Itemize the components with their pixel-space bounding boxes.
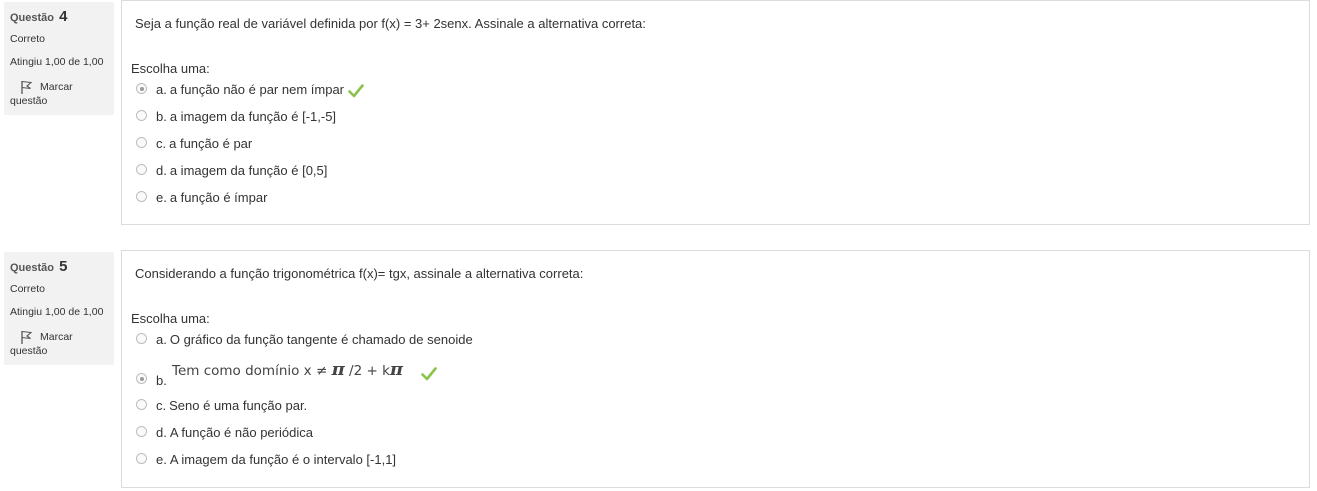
- question-label: Questão: [10, 12, 55, 24]
- answer-letter: b.: [156, 373, 167, 388]
- answer-letter: c.: [156, 136, 167, 151]
- flag-question-button[interactable]: Marcar questão: [10, 79, 114, 107]
- question-label: Questão: [10, 262, 55, 274]
- flag-icon: [21, 330, 33, 344]
- flag-label-2: questão: [10, 95, 48, 107]
- answer-text: a função não é par nem ímpar: [169, 82, 345, 97]
- flag-label-2: questão: [10, 345, 48, 357]
- question-info: Questão 4 Correto Atingiu 1,00 de 1,00 M…: [4, 2, 114, 115]
- answer-letter: d.: [156, 163, 167, 178]
- question-number: Questão 5: [10, 258, 114, 278]
- answer-prompt: Escolha uma:: [131, 311, 210, 326]
- radio-button[interactable]: [136, 83, 147, 94]
- question-number: Questão 4: [10, 8, 114, 28]
- answer-letter: c.: [156, 398, 167, 413]
- radio-button[interactable]: [136, 426, 147, 437]
- radio-button[interactable]: [136, 399, 147, 410]
- flag-question-button[interactable]: Marcar questão: [10, 329, 114, 357]
- pi-symbol: π: [331, 359, 345, 380]
- question-state: Correto: [10, 33, 46, 45]
- answer-text: A imagem da função é o intervalo [-1,1]: [169, 452, 397, 467]
- answer-letter: b.: [156, 109, 167, 124]
- flag-icon: [21, 80, 33, 94]
- question-content: Seja a função real de variável definida …: [121, 0, 1310, 225]
- correct-check-icon: [348, 83, 364, 97]
- flag-label: Marcar: [40, 81, 73, 93]
- radio-button[interactable]: [136, 137, 147, 148]
- radio-button[interactable]: [136, 333, 147, 344]
- answer-text: a imagem da função é [-1,-5]: [169, 109, 337, 124]
- answer-text: O gráfico da função tangente é chamado d…: [169, 332, 473, 347]
- question-text: Seja a função real de variável definida …: [135, 16, 646, 31]
- radio-button[interactable]: [136, 191, 147, 202]
- radio-button[interactable]: [136, 373, 147, 384]
- answer-text: a função é par: [169, 136, 253, 151]
- answer-text: A função é não periódica: [169, 425, 313, 440]
- answer-text: a função é ímpar: [169, 190, 268, 205]
- answer-text: a imagem da função é [0,5]: [169, 163, 328, 178]
- answer-letter: e.: [156, 190, 167, 205]
- answer-letter: e.: [156, 452, 167, 467]
- question-content: Considerando a função trigonométrica f(x…: [121, 250, 1310, 488]
- answer-text: Seno é uma função par.: [169, 398, 308, 413]
- question-info: Questão 5 Correto Atingiu 1,00 de 1,00 M…: [4, 252, 114, 365]
- answer-prompt: Escolha uma:: [131, 61, 210, 76]
- correct-check-icon: [421, 367, 437, 381]
- pi-symbol: π: [389, 359, 404, 380]
- math-part: /2 + k: [344, 363, 390, 379]
- question-text: Considerando a função trigonométrica f(x…: [135, 266, 584, 281]
- flag-label: Marcar: [40, 331, 73, 343]
- radio-button[interactable]: [136, 164, 147, 175]
- answer-letter: a.: [156, 82, 167, 97]
- question-grade: Atingiu 1,00 de 1,00: [10, 306, 104, 318]
- question-grade: Atingiu 1,00 de 1,00: [10, 56, 104, 68]
- math-part: Tem como domínio x ≠: [172, 363, 332, 379]
- radio-button[interactable]: [136, 110, 147, 121]
- answer-letter: a.: [156, 332, 167, 347]
- answer-letter: d.: [156, 425, 167, 440]
- question-number-value: 5: [59, 258, 68, 275]
- question-5: Questão 5 Correto Atingiu 1,00 de 1,00 M…: [0, 250, 1317, 491]
- question-4: Questão 4 Correto Atingiu 1,00 de 1,00 M…: [0, 0, 1317, 228]
- question-state: Correto: [10, 283, 46, 295]
- question-number-value: 4: [59, 8, 68, 25]
- radio-button[interactable]: [136, 453, 147, 464]
- answer-math-text: Tem como domínio x ≠ π /2 + kπ: [172, 359, 403, 380]
